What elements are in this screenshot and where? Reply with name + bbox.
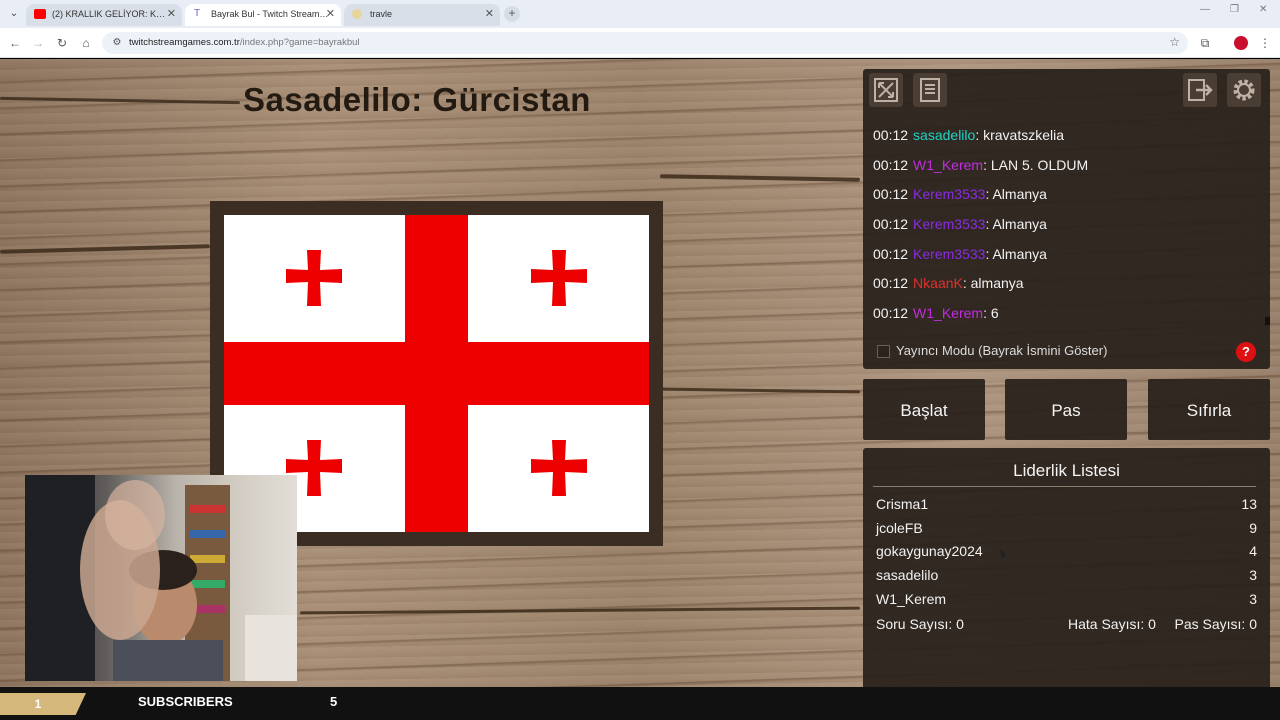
window-close-icon[interactable]: ✕ (1259, 4, 1267, 15)
chat-message: 00:12 sasadelilo: kravatszkelia (873, 127, 1065, 143)
tab-label: Bayrak Bul - Twitch Stream Gam (211, 9, 329, 19)
browser-menu-icon[interactable]: ⋮ (1256, 34, 1274, 52)
fullscreen-icon (874, 78, 898, 102)
forward-icon[interactable]: → (29, 34, 47, 52)
leaderboard-list: Crisma1 13 jcoleFB 9 gokaygunay2024 4 sasad… (863, 493, 1270, 611)
chat-scrollbar[interactable] (1265, 317, 1270, 325)
wood-crack (659, 387, 861, 394)
back-icon[interactable]: ← (6, 34, 24, 52)
leaderboard-divider (873, 486, 1256, 487)
question-count: Soru Sayısı: 0 (876, 616, 964, 632)
streamer-mode-checkbox[interactable] (877, 345, 890, 358)
stream-overlay-bar: 1 SUBSCRIBERS 5 (0, 687, 1280, 720)
travle-favicon-icon (352, 9, 362, 19)
logout-button[interactable] (1183, 73, 1217, 107)
close-icon[interactable]: ✕ (167, 4, 176, 24)
wood-crack (0, 96, 241, 105)
player-score: 4 (1249, 543, 1257, 560)
leaderboard-row: Crisma1 13 (863, 493, 1270, 517)
address-bar[interactable]: ⚙ twitchstreamgames.com.tr/index.php?gam… (102, 32, 1188, 54)
tab-search-icon[interactable]: ⌄ (6, 6, 22, 22)
close-icon[interactable]: ✕ (326, 4, 335, 24)
subscriber-rank-badge: 1 (0, 693, 86, 715)
tab-travle[interactable]: travle ✕ (344, 4, 500, 26)
tab-youtube[interactable]: (2) KRALLIK GELİYOR: Kurtuluş ✕ (26, 4, 182, 26)
minimize-icon[interactable]: — (1200, 4, 1210, 15)
player-name: Crisma1 (876, 496, 929, 512)
leaderboard-row: jcoleFB 9 (863, 517, 1270, 541)
wood-crack (299, 606, 861, 615)
game-page: Sasadelilo: Gürcistan 00:12 sasadelilo: … (0, 59, 1280, 687)
game-title: Sasadelilo: Gürcistan (243, 81, 591, 118)
chat-message: 00:12 Kerem3533: Almanya (873, 245, 1047, 262)
player-name: W1_Kerem (876, 590, 947, 607)
reload-icon[interactable]: ↻ (53, 34, 71, 52)
browser-tab-bar: ⌄ (2) KRALLIK GELİYOR: Kurtuluş ✕ T Bayr… (0, 0, 1280, 28)
player-score: 3 (1249, 590, 1257, 607)
url-text: twitchstreamgames.com.tr/index.php?game=… (129, 37, 360, 48)
restore-icon[interactable]: ❐ (1230, 4, 1239, 15)
help-button[interactable]: ? (1236, 342, 1256, 362)
profile-avatar-icon[interactable] (1232, 34, 1250, 52)
chat-message: 00:12 NkaanK: almanya (873, 275, 1024, 292)
subscribers-count: 5 (330, 694, 338, 709)
reset-button[interactable]: Sıfırla (1148, 379, 1270, 440)
chat-message: 00:12 W1_Kerem: LAN 5. OLDUM (873, 156, 1089, 173)
player-name: jcoleFB (876, 519, 923, 536)
tab-label: (2) KRALLIK GELİYOR: Kurtuluş (52, 9, 170, 19)
streamer-mode-row: Yayıncı Modu (Bayrak İsmini Göster) ? (863, 334, 1270, 370)
pass-button[interactable]: Pas (1005, 379, 1127, 440)
chat-message: 00:12 Kerem3533: Almanya (873, 216, 1047, 233)
bookmark-star-icon[interactable]: ☆ (1169, 35, 1180, 49)
player-score: 3 (1249, 567, 1257, 584)
notes-icon (920, 78, 940, 102)
home-icon[interactable]: ⌂ (77, 34, 95, 52)
leaderboard-row: sasadelilo 3 (863, 564, 1270, 588)
player-score: 13 (1241, 496, 1257, 512)
site-info-icon[interactable]: ⚙ (110, 36, 124, 50)
notes-button[interactable] (913, 73, 947, 107)
chat-message: 00:12 Kerem3533: Almanya (873, 186, 1047, 203)
game-stats: Soru Sayısı: 0 Hata Sayısı: 0 Pas Sayısı… (863, 612, 1270, 636)
tab-label: travle (370, 9, 393, 19)
error-count: Hata Sayısı: 0 (1068, 616, 1156, 632)
leaderboard-row: W1_Kerem 3 (863, 588, 1270, 612)
subscribers-label: SUBSCRIBERS (138, 694, 233, 709)
chat-message: 00:12 W1_Kerem: 6 (873, 305, 999, 322)
start-button[interactable]: Başlat (863, 379, 985, 440)
player-score: 9 (1249, 519, 1257, 536)
wood-crack (659, 174, 861, 182)
leaderboard-row: gokaygunay2024 4 (863, 540, 1270, 564)
player-name: sasadelilo (876, 567, 939, 584)
leaderboard-title: Liderlik Listesi (1013, 461, 1120, 480)
close-icon[interactable]: ✕ (485, 4, 494, 24)
pass-count: Pas Sayısı: 0 (1174, 616, 1257, 632)
fullscreen-button[interactable] (869, 73, 903, 107)
twitch-games-favicon-icon: T (194, 8, 201, 19)
youtube-favicon-icon (34, 9, 46, 19)
wood-crack (0, 244, 211, 254)
settings-gear-icon (1233, 79, 1255, 101)
logout-icon (1188, 79, 1213, 101)
settings-button[interactable] (1227, 73, 1261, 107)
webcam-overlay (25, 475, 297, 681)
extensions-icon[interactable]: ⧉ (1196, 34, 1214, 52)
new-tab-button[interactable]: + (504, 6, 520, 22)
chat-log[interactable]: 00:12 sasadelilo: kravatszkelia 00:12 W1_K… (863, 121, 1268, 327)
streamer-mode-label: Yayıncı Modu (Bayrak İsmini Göster) (896, 343, 1108, 358)
player-name: gokaygunay2024 (876, 543, 983, 560)
browser-nav-bar: ← → ↻ ⌂ ⚙ twitchstreamgames.com.tr/index… (0, 28, 1280, 58)
tab-bayrak-bul[interactable]: T Bayrak Bul - Twitch Stream Gam ✕ (185, 4, 341, 26)
leaderboard: Liderlik Listesi Crisma1 13 jcoleFB 9 goka… (863, 448, 1270, 687)
